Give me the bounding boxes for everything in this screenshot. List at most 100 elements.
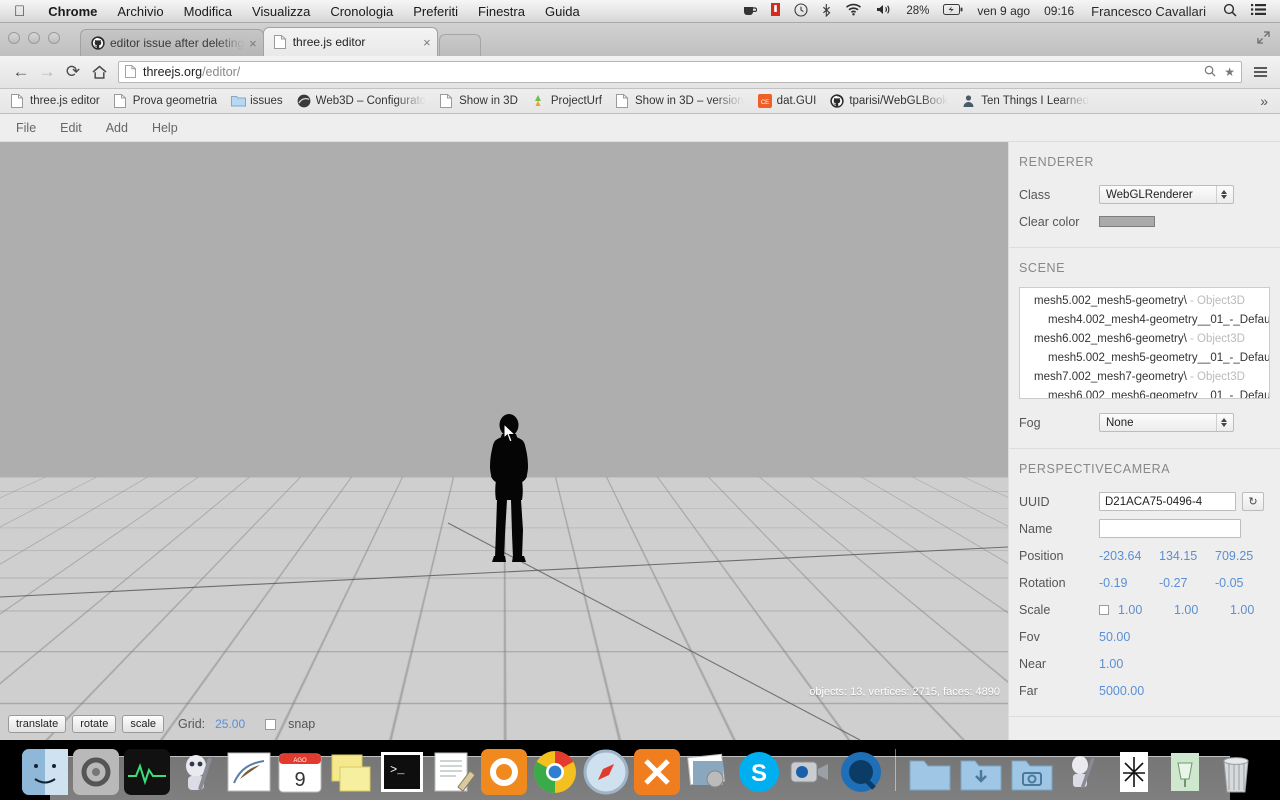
- dock-item-finder[interactable]: [21, 749, 68, 795]
- dock-item-terminal[interactable]: >_: [379, 749, 425, 795]
- bookmark-show-in-3d[interactable]: Show in 3D: [433, 94, 525, 108]
- dock-item-mail[interactable]: [226, 749, 272, 795]
- minimize-window-button[interactable]: [28, 32, 40, 44]
- outliner-item[interactable]: mesh7.002_mesh7-geometry\ - Object3D: [1020, 368, 1269, 387]
- window-controls[interactable]: [8, 32, 60, 44]
- bookmark-star-icon[interactable]: ★: [1216, 65, 1235, 79]
- bluetooth-icon[interactable]: [815, 3, 838, 20]
- menu-bar-time[interactable]: 09:16: [1037, 4, 1081, 18]
- dock-item-trash[interactable]: [1213, 749, 1259, 795]
- outliner-item[interactable]: mesh5.002_mesh5-geometry__01_-_Default1: [1020, 349, 1269, 368]
- chrome-menu-button[interactable]: [1248, 67, 1272, 77]
- far-value[interactable]: 5000.00: [1099, 684, 1151, 698]
- scale-y[interactable]: 1.00: [1174, 603, 1222, 617]
- dock-item-automator-alt[interactable]: [1060, 749, 1106, 795]
- scale-lock-checkbox[interactable]: [1099, 604, 1109, 615]
- name-field[interactable]: [1099, 519, 1241, 538]
- bookmark-ten-things-i-learned[interactable]: Ten Things I Learned: [955, 94, 1096, 108]
- scale-z[interactable]: 1.00: [1230, 603, 1278, 617]
- outliner-item[interactable]: mesh5.002_mesh5-geometry\ - Object3D: [1020, 292, 1269, 311]
- forward-button[interactable]: →: [34, 60, 60, 84]
- dock-item-skype[interactable]: S: [736, 749, 782, 795]
- scale-button[interactable]: scale: [122, 715, 165, 733]
- volume-icon[interactable]: [869, 3, 899, 19]
- menu-item-cronologia[interactable]: Cronologia: [320, 4, 403, 19]
- zoom-window-button[interactable]: [48, 32, 60, 44]
- editor-menu-edit[interactable]: Edit: [48, 121, 94, 135]
- bookmarks-overflow-chevron-icon[interactable]: »: [1252, 93, 1276, 109]
- bookmark-issues-folder[interactable]: issues: [224, 94, 290, 108]
- address-bar[interactable]: threejs.org /editor/ ★: [118, 61, 1242, 83]
- snap-checkbox[interactable]: [265, 718, 277, 730]
- uuid-field[interactable]: D21ACA75-0496-4: [1099, 492, 1236, 511]
- outliner-item[interactable]: mesh4.002_mesh4-geometry__01_-_Default1: [1020, 311, 1269, 330]
- dock-item-facetime[interactable]: [787, 749, 833, 795]
- dock-item-fireworks[interactable]: [1111, 749, 1157, 795]
- 3d-viewport[interactable]: objects: 13, vertices: 2715, faces: 4890…: [0, 142, 1008, 740]
- scene-outliner[interactable]: mesh5.002_mesh5-geometry\ - Object3D mes…: [1019, 287, 1270, 399]
- outliner-item[interactable]: mesh6.002_mesh6-geometry__01_-_Default1: [1020, 387, 1269, 398]
- fullscreen-icon[interactable]: [1257, 31, 1270, 47]
- editor-menu-file[interactable]: File: [4, 121, 48, 135]
- dock-item-system-preferences[interactable]: [72, 749, 119, 795]
- bookmark-web3d-configurator[interactable]: Web3D – Configurato: [290, 94, 433, 108]
- fog-select[interactable]: None: [1099, 413, 1234, 432]
- dock-item-textedit[interactable]: [430, 749, 476, 795]
- bookmark-dat-gui[interactable]: CE dat.GUI: [751, 94, 824, 108]
- browser-tab-github-issue[interactable]: editor issue after deleting ×: [80, 29, 264, 56]
- menu-item-finestra[interactable]: Finestra: [468, 4, 535, 19]
- dock-item-pictures-folder[interactable]: [1009, 749, 1055, 795]
- rotation-x[interactable]: -0.19: [1099, 576, 1151, 590]
- dock-item-downloads-folder[interactable]: [958, 749, 1004, 795]
- notification-center-icon[interactable]: [1244, 3, 1273, 19]
- dock-item-iphoto[interactable]: [685, 749, 731, 795]
- dock-item-preferences-gear[interactable]: [480, 749, 527, 795]
- menu-item-modifica[interactable]: Modifica: [174, 4, 242, 19]
- menu-bar-date[interactable]: ven 9 ago: [970, 4, 1037, 18]
- reload-button[interactable]: ⟳: [60, 60, 86, 84]
- rotation-y[interactable]: -0.27: [1159, 576, 1207, 590]
- bookmark-projecturf[interactable]: ProjectUrf: [525, 94, 609, 108]
- dock-item-stickies[interactable]: [328, 749, 374, 795]
- caffeine-icon[interactable]: [736, 4, 764, 19]
- time-machine-icon[interactable]: [787, 2, 815, 20]
- bookmark-tparisi-webglbook[interactable]: tparisi/WebGLBook: [823, 94, 955, 108]
- refresh-icon[interactable]: ↻: [1242, 492, 1264, 511]
- bookmark-show-in-3d-version[interactable]: Show in 3D – version: [609, 94, 751, 108]
- near-value[interactable]: 1.00: [1099, 657, 1151, 671]
- menu-item-archivio[interactable]: Archivio: [107, 4, 173, 19]
- menu-bar-user-name[interactable]: Francesco Cavallari: [1081, 4, 1216, 19]
- battery-icon[interactable]: [936, 4, 970, 18]
- battery-percentage[interactable]: 28%: [899, 5, 936, 17]
- dock-item-google-chrome[interactable]: [532, 749, 578, 795]
- tab-close-icon[interactable]: ×: [244, 36, 257, 51]
- fov-value[interactable]: 50.00: [1099, 630, 1151, 644]
- rotate-button[interactable]: rotate: [72, 715, 117, 733]
- menu-item-chrome[interactable]: Chrome: [38, 4, 107, 19]
- translate-button[interactable]: translate: [8, 715, 67, 733]
- browser-tab-threejs-editor[interactable]: three.js editor ×: [262, 27, 438, 56]
- bookmark-prova-geometria[interactable]: Prova geometria: [107, 94, 224, 108]
- bookmark-three-js-editor[interactable]: three.js editor: [4, 94, 107, 108]
- dock-item-quicktime[interactable]: [838, 749, 884, 795]
- dock-item-automator[interactable]: [175, 749, 221, 795]
- dock-item-drink-app[interactable]: [1162, 749, 1208, 795]
- apple-menu-icon[interactable]: : [0, 4, 38, 19]
- position-x[interactable]: -203.64: [1099, 549, 1151, 563]
- new-tab-button[interactable]: [438, 34, 481, 56]
- grid-size-value[interactable]: 25.00: [215, 717, 245, 731]
- scale-x[interactable]: 1.00: [1118, 603, 1166, 617]
- red-app-icon[interactable]: [764, 3, 787, 19]
- dock-item-safari[interactable]: [583, 749, 629, 795]
- wifi-icon[interactable]: [838, 3, 869, 19]
- home-button[interactable]: [86, 60, 112, 84]
- menu-item-preferiti[interactable]: Preferiti: [403, 4, 468, 19]
- dock-item-activity-monitor[interactable]: [123, 749, 170, 795]
- close-window-button[interactable]: [8, 32, 20, 44]
- clear-color-swatch[interactable]: [1099, 216, 1155, 227]
- back-button[interactable]: ←: [8, 60, 34, 84]
- dock-item-documents-folder[interactable]: [907, 749, 953, 795]
- outliner-item[interactable]: mesh6.002_mesh6-geometry\ - Object3D: [1020, 330, 1269, 349]
- dock-item-calendar[interactable]: AGO 9: [277, 749, 323, 795]
- dock-item-xampp[interactable]: [633, 749, 680, 795]
